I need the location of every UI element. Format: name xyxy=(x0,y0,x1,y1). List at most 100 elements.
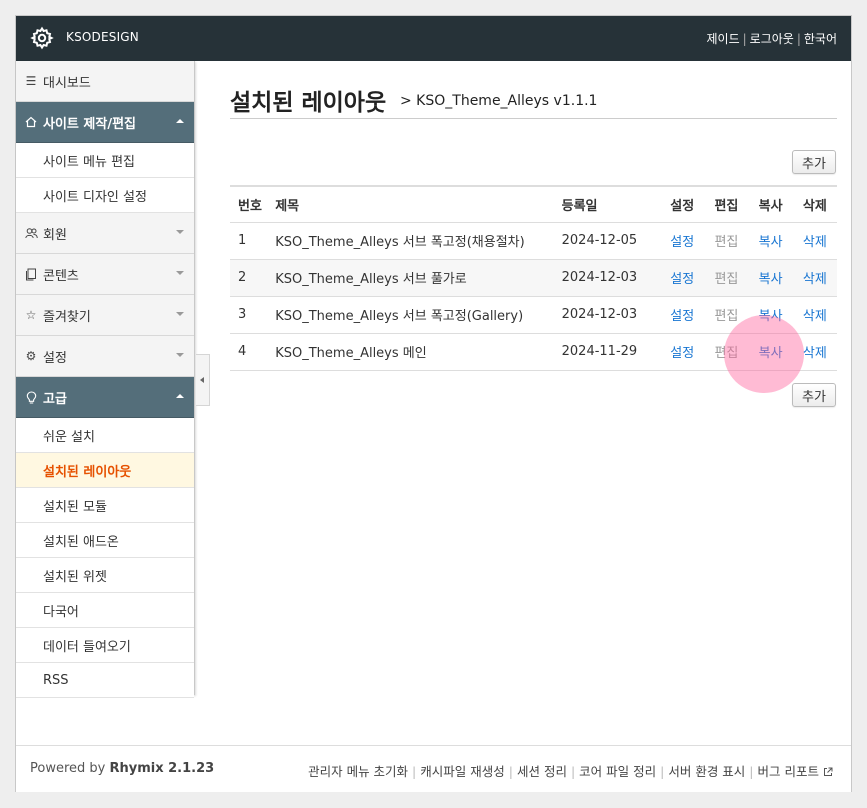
col-date: 등록일 xyxy=(561,186,661,223)
col-number: 번호 xyxy=(230,186,276,223)
col-copy: 복사 xyxy=(748,186,793,223)
col-title: 제목 xyxy=(275,186,562,223)
row-number: 2 xyxy=(230,259,276,297)
add-button-top[interactable]: 추가 xyxy=(792,150,836,174)
row-title: KSO_Theme_Alleys 서브 폭고정(채용절차) xyxy=(275,222,562,260)
sidebar-item-installed-addons[interactable]: 설치된 애드온 xyxy=(16,523,194,558)
table-row: 2 KSO_Theme_Alleys 서브 풀가로 2024-12-03 설정 … xyxy=(230,259,837,297)
edit-link[interactable]: 편집 xyxy=(714,272,738,287)
menu-lines-icon: ☰ xyxy=(25,74,37,88)
settings-link[interactable]: 설정 xyxy=(670,309,694,324)
chevron-down-icon xyxy=(176,271,184,275)
delete-link[interactable]: 삭제 xyxy=(803,309,827,324)
layouts-table: 번호 제목 등록일 설정 편집 복사 삭제 1 KSO_Theme_Alleys… xyxy=(230,185,837,371)
settings-link[interactable]: 설정 xyxy=(670,346,694,361)
row-number: 4 xyxy=(230,333,276,371)
language-link[interactable]: 한국어 xyxy=(804,32,837,46)
chevron-down-icon xyxy=(176,353,184,357)
sidebar-item-label: 즐겨찾기 xyxy=(43,309,91,325)
delete-link[interactable]: 삭제 xyxy=(803,272,827,287)
add-button-bottom[interactable]: 추가 xyxy=(792,383,836,407)
chevron-up-icon xyxy=(176,394,184,398)
sidebar-item-easy-install[interactable]: 쉬운 설치 xyxy=(16,418,194,453)
delete-link[interactable]: 삭제 xyxy=(803,235,827,250)
row-title: KSO_Theme_Alleys 서브 폭고정(Gallery) xyxy=(275,296,562,334)
edit-link[interactable]: 편집 xyxy=(714,346,738,361)
copy-link[interactable]: 복사 xyxy=(759,235,783,250)
sidebar-item-settings[interactable]: ⚙ 설정 xyxy=(16,336,194,377)
settings-link[interactable]: 설정 xyxy=(670,272,694,287)
col-settings: 설정 xyxy=(660,186,705,223)
copy-link[interactable]: 복사 xyxy=(759,346,783,361)
row-title: KSO_Theme_Alleys 서브 풀가로 xyxy=(275,259,562,297)
clean-sessions-link[interactable]: 세션 정리 xyxy=(517,764,567,779)
sidebar-item-label: 대시보드 xyxy=(43,75,91,91)
settings-link[interactable]: 설정 xyxy=(670,235,694,250)
lightbulb-icon xyxy=(24,390,38,404)
row-date: 2024-12-03 xyxy=(561,296,661,334)
sidebar-section-site[interactable]: 사이트 제작/편집 xyxy=(16,102,194,143)
documents-icon xyxy=(24,267,38,281)
sidebar-item-label: 콘텐츠 xyxy=(43,268,79,284)
powered-by: Powered by Rhymix 2.1.23 xyxy=(30,761,214,776)
edit-link[interactable]: 편집 xyxy=(714,309,738,324)
copy-link[interactable]: 복사 xyxy=(759,309,783,324)
external-link-icon xyxy=(824,767,833,776)
top-bar: KSODESIGN 제이드 | 로그아웃 | 한국어 xyxy=(16,16,851,61)
sidebar-item-dashboard[interactable]: ☰ 대시보드 xyxy=(16,61,194,102)
sidebar-item-site-menu[interactable]: 사이트 메뉴 편집 xyxy=(16,143,194,178)
powered-prefix: Powered by xyxy=(30,761,110,776)
row-number: 1 xyxy=(230,222,276,260)
edit-link[interactable]: 편집 xyxy=(714,235,738,250)
sidebar: ☰ 대시보드 사이트 제작/편집 사이트 메뉴 편집 사이트 디자인 설정 회원… xyxy=(16,61,195,698)
sidebar-collapse-toggle[interactable] xyxy=(196,354,210,406)
sidebar-item-contents[interactable]: 콘텐츠 xyxy=(16,254,194,295)
server-env-link[interactable]: 서버 환경 표시 xyxy=(668,764,745,779)
top-links: 제이드 | 로그아웃 | 한국어 xyxy=(706,32,837,46)
sidebar-item-installed-modules[interactable]: 설치된 모듈 xyxy=(16,488,194,523)
chevron-up-icon xyxy=(176,119,184,123)
sidebar-item-data-import[interactable]: 데이터 들여오기 xyxy=(16,628,194,663)
sidebar-item-site-design[interactable]: 사이트 디자인 설정 xyxy=(16,178,194,213)
row-title: KSO_Theme_Alleys 메인 xyxy=(275,333,562,371)
footer-links: 관리자 메뉴 초기화 | 캐시파일 재생성 | 세션 정리 | 코어 파일 정리 | 서버 환경… xyxy=(308,761,833,780)
powered-product[interactable]: Rhymix 2.1.23 xyxy=(109,761,214,776)
gear-logo-icon[interactable] xyxy=(30,26,54,50)
sidebar-item-installed-widgets[interactable]: 설치된 위젯 xyxy=(16,558,194,593)
bug-report-link[interactable]: 버그 리포트 xyxy=(758,764,819,779)
table-row: 3 KSO_Theme_Alleys 서브 폭고정(Gallery) 2024-… xyxy=(230,296,837,334)
reset-admin-menu-link[interactable]: 관리자 메뉴 초기화 xyxy=(308,764,408,779)
logout-link[interactable]: 로그아웃 xyxy=(750,32,794,46)
sidebar-section-advanced[interactable]: 고급 xyxy=(16,377,194,418)
clean-core-files-link[interactable]: 코어 파일 정리 xyxy=(579,764,656,779)
sidebar-item-members[interactable]: 회원 xyxy=(16,213,194,254)
row-date: 2024-12-03 xyxy=(561,259,661,297)
sidebar-item-rss[interactable]: RSS xyxy=(16,663,194,698)
row-number: 3 xyxy=(230,296,276,334)
table-row: 1 KSO_Theme_Alleys 서브 폭고정(채용절차) 2024-12-… xyxy=(230,222,837,260)
sidebar-item-favorites[interactable]: ☆ 즐겨찾기 xyxy=(16,295,194,336)
users-icon xyxy=(24,226,38,240)
admin-frame: KSODESIGN 제이드 | 로그아웃 | 한국어 ☰ 대시보드 사이트 제작/편집 … xyxy=(15,15,852,792)
sidebar-item-label: 설정 xyxy=(43,350,67,366)
home-icon xyxy=(24,115,38,129)
footer: Powered by Rhymix 2.1.23 관리자 메뉴 초기화 | 캐시파일… xyxy=(16,745,851,792)
chevron-down-icon xyxy=(176,312,184,316)
sidebar-item-installed-layouts[interactable]: 설치된 레이아웃 xyxy=(16,453,194,488)
sidebar-item-multilingual[interactable]: 다국어 xyxy=(16,593,194,628)
col-edit: 편집 xyxy=(704,186,749,223)
sidebar-section-label: 사이트 제작/편집 xyxy=(43,116,136,132)
page-subtitle: > KSO_Theme_Alleys v1.1.1 xyxy=(400,93,598,109)
sidebar-section-label: 고급 xyxy=(43,391,67,407)
user-link[interactable]: 제이드 xyxy=(706,32,739,46)
star-icon: ☆ xyxy=(25,308,37,322)
brand-name[interactable]: KSODESIGN xyxy=(66,30,139,44)
col-delete: 삭제 xyxy=(792,186,837,223)
sidebar-item-label: 회원 xyxy=(43,227,67,243)
copy-link[interactable]: 복사 xyxy=(759,272,783,287)
delete-link[interactable]: 삭제 xyxy=(803,346,827,361)
gear-icon: ⚙ xyxy=(25,349,37,363)
table-row: 4 KSO_Theme_Alleys 메인 2024-11-29 설정 편집 복… xyxy=(230,333,837,371)
regenerate-cache-link[interactable]: 캐시파일 재생성 xyxy=(420,764,504,779)
page-title: 설치된 레이아웃 xyxy=(230,90,387,116)
